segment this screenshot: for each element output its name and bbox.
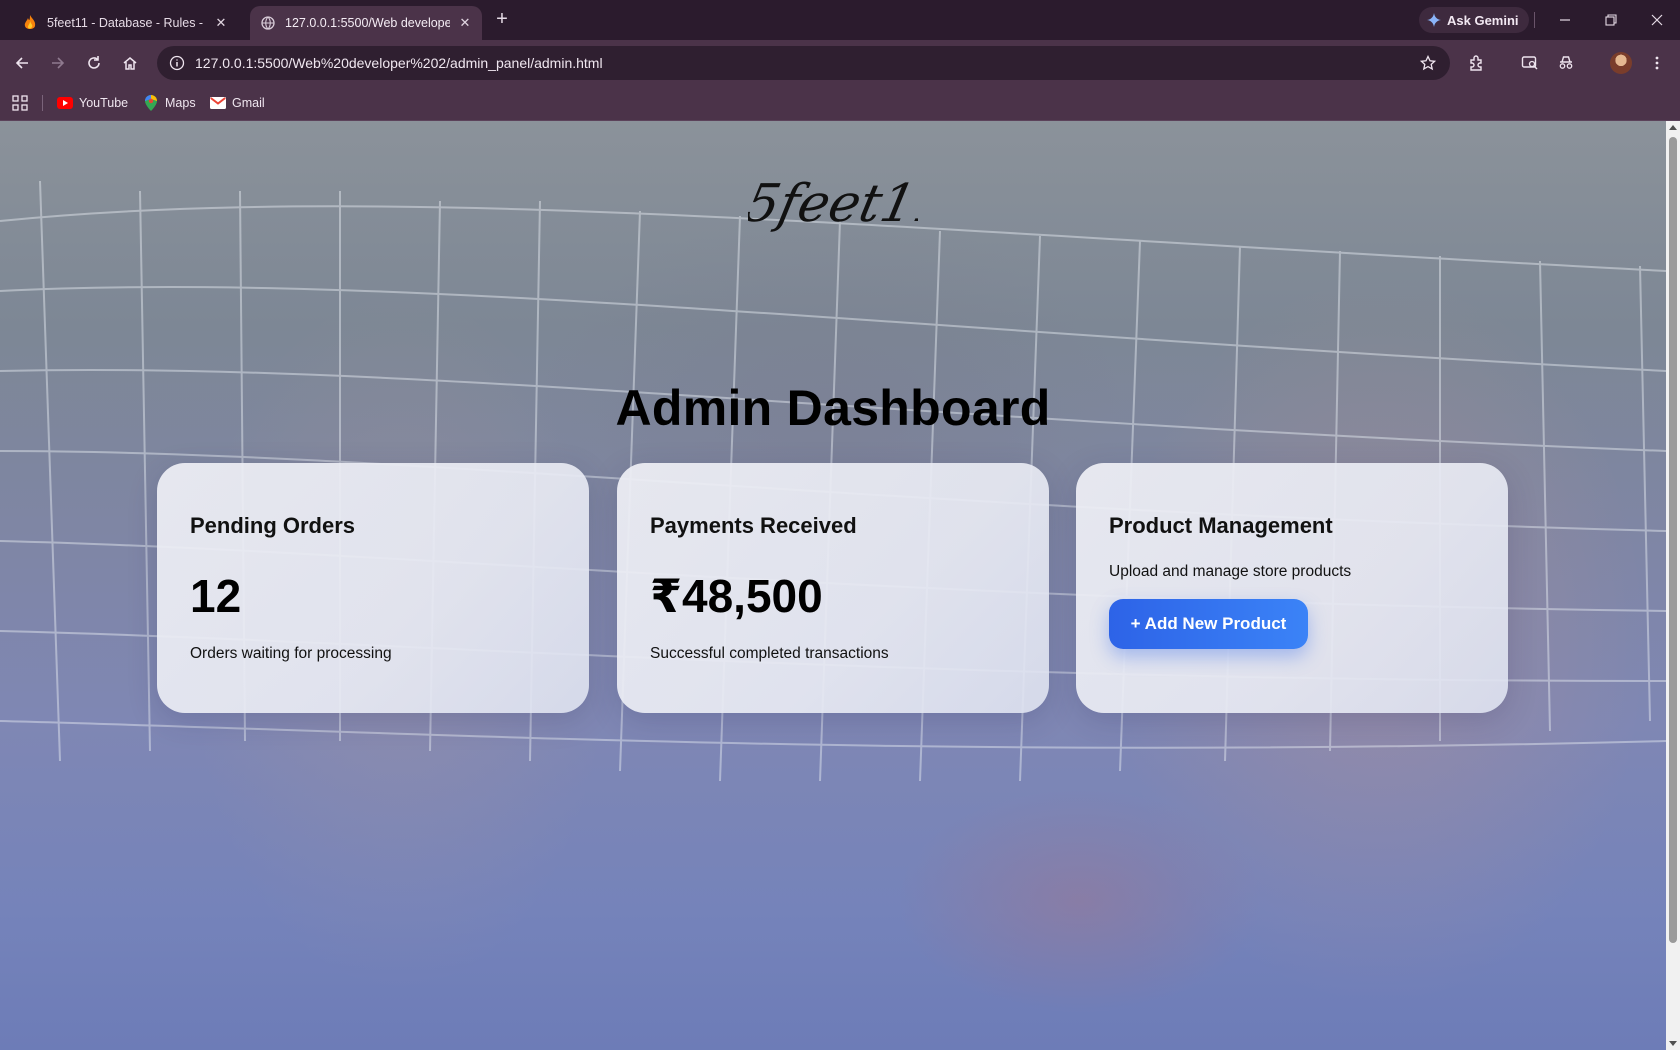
scrollbar-thumb[interactable]	[1669, 137, 1677, 943]
separator	[42, 95, 43, 111]
bookmark-gmail[interactable]: Gmail	[210, 92, 265, 114]
maps-icon	[143, 95, 159, 111]
apps-grid-icon[interactable]	[11, 94, 29, 112]
new-tab-icon[interactable]: +	[490, 8, 514, 32]
close-tab-icon[interactable]: ✕	[212, 14, 230, 32]
site-info-icon[interactable]	[167, 53, 187, 73]
bookmark-label: Maps	[165, 96, 196, 110]
bookmarks-bar: YouTube Maps Gmail	[0, 86, 1680, 121]
separator	[1534, 12, 1535, 28]
bookmark-youtube[interactable]: YouTube	[57, 92, 128, 114]
brand-logo: 5feet11	[748, 174, 918, 234]
card-description: Upload and manage store products	[1109, 563, 1352, 580]
ask-gemini-label: Ask Gemini	[1447, 12, 1519, 28]
scroll-up-icon[interactable]	[1669, 125, 1677, 130]
youtube-icon	[57, 95, 73, 111]
minimize-icon[interactable]	[1553, 8, 1577, 32]
incognito-icon[interactable]	[1554, 51, 1578, 75]
tab-title: 5feet11 - Database - Rules - Fir	[47, 16, 206, 30]
globe-icon	[260, 15, 276, 31]
back-icon[interactable]	[10, 51, 34, 75]
bookmark-label: YouTube	[79, 96, 129, 110]
payments-amount: ₹48,500	[650, 570, 823, 622]
card-title: Product Management	[1109, 513, 1333, 538]
page-scrollbar[interactable]	[1666, 121, 1680, 1050]
pending-orders-card: Pending Orders 12 Orders waiting for pro…	[157, 463, 589, 713]
scroll-down-icon[interactable]	[1669, 1041, 1677, 1046]
close-window-icon[interactable]	[1645, 8, 1669, 32]
add-new-product-button[interactable]: + Add New Product	[1109, 599, 1308, 649]
bookmark-label: Gmail	[232, 96, 265, 110]
tab-title: 127.0.0.1:5500/Web developer 2	[285, 16, 450, 30]
cast-search-icon[interactable]	[1518, 51, 1542, 75]
pending-orders-count: 12	[190, 570, 242, 622]
card-title: Pending Orders	[190, 513, 356, 538]
card-description: Orders waiting for processing	[190, 645, 392, 662]
product-management-card: Product Management Upload and manage sto…	[1076, 463, 1508, 713]
url-text: 127.0.0.1:5500/Web%20developer%202/admin…	[195, 55, 603, 71]
ask-gemini-button[interactable]: Ask Gemini	[1419, 7, 1529, 33]
extensions-icon[interactable]	[1465, 51, 1489, 75]
close-tab-icon[interactable]: ✕	[456, 14, 474, 32]
gmail-icon	[210, 95, 226, 111]
svg-text:5feet11: 5feet11	[748, 174, 918, 234]
browser-toolbar: 127.0.0.1:5500/Web%20developer%202/admin…	[0, 40, 1680, 86]
page-viewport: 5feet11 Admin Dashboard Pending Orders 1…	[0, 121, 1666, 1050]
tab-strip: 5feet11 - Database - Rules - Fir ✕ 127.0…	[0, 0, 1680, 40]
bookmark-star-icon[interactable]	[1418, 53, 1438, 73]
forward-icon[interactable]	[46, 51, 70, 75]
page-title: Admin Dashboard	[615, 380, 1051, 436]
gemini-spark-icon	[1427, 13, 1441, 27]
reload-icon[interactable]	[82, 51, 106, 75]
payments-received-card: Payments Received ₹48,500 Successful com…	[617, 463, 1049, 713]
bookmark-maps[interactable]: Maps	[143, 92, 196, 114]
home-icon[interactable]	[118, 51, 142, 75]
tab-firebase[interactable]: 5feet11 - Database - Rules - Fir ✕	[12, 6, 238, 40]
address-bar[interactable]: 127.0.0.1:5500/Web%20developer%202/admin…	[157, 46, 1450, 80]
profile-avatar[interactable]	[1610, 52, 1632, 74]
card-title: Payments Received	[650, 513, 857, 538]
firebase-flame-icon	[22, 15, 38, 31]
menu-dots-icon[interactable]	[1645, 51, 1669, 75]
restore-icon[interactable]	[1599, 8, 1623, 32]
card-description: Successful completed transactions	[650, 645, 889, 662]
tab-admin-page[interactable]: 127.0.0.1:5500/Web developer 2 ✕	[250, 6, 482, 40]
